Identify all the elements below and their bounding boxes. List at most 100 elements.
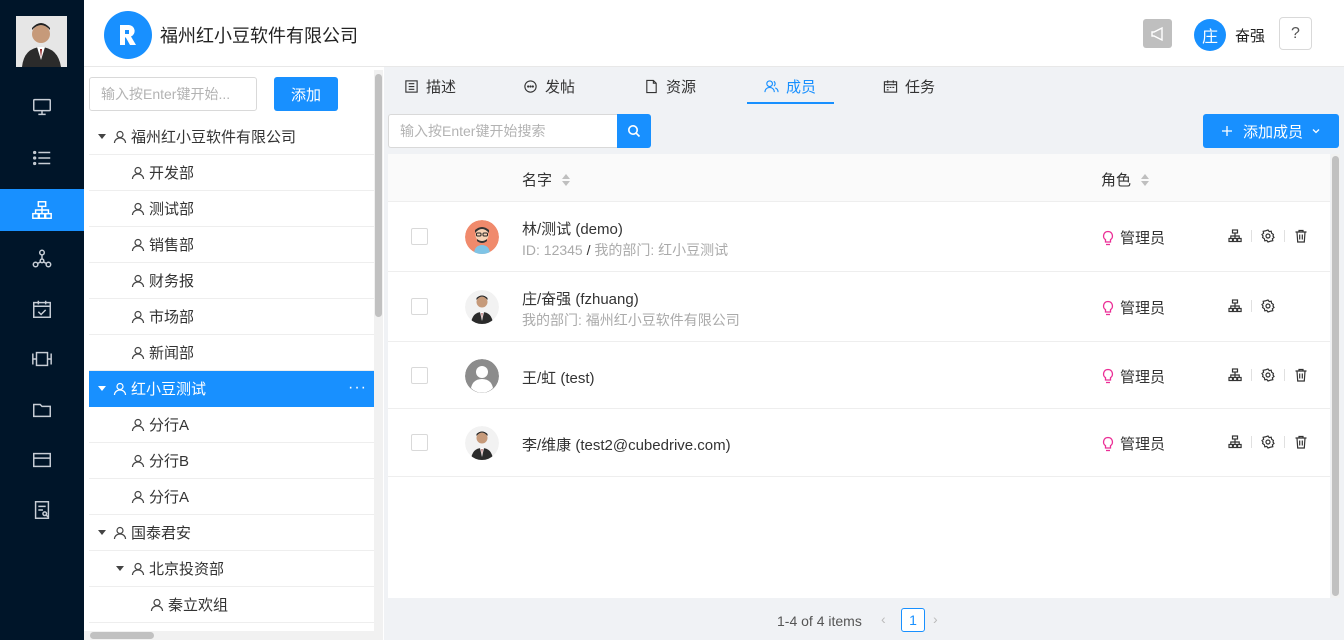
tree-node[interactable]: 秦立欢组 [89,587,375,623]
announcement-icon[interactable] [1143,19,1172,48]
gear-icon[interactable] [1261,229,1275,243]
document-list-icon [405,79,418,93]
member-name[interactable]: 王/虹 (test) [522,367,595,388]
tree-add-button[interactable]: 添加 [274,77,338,111]
tab-label: 发帖 [545,78,576,96]
tree-node-label: 国泰君安 [131,525,192,542]
next-page-button[interactable]: › [933,611,938,627]
film-icon[interactable] [0,338,84,380]
tree-node[interactable]: 财务报 [89,263,375,299]
tree-node[interactable]: 北京投资部 [89,551,375,587]
user-icon [131,202,145,215]
row-checkbox[interactable] [411,298,428,315]
gear-icon[interactable] [1261,367,1275,382]
table-row[interactable]: 庄/奋强 (fzhuang) 我的部门: 福州红小豆软件有限公司 管理员 [388,272,1330,342]
header-user-name[interactable]: 奋强 [1235,25,1265,46]
table-row[interactable]: 李/维康 (test2@cubedrive.com) 管理员 [388,409,1330,477]
tree-vertical-scrollbar[interactable] [374,70,383,640]
tab-posts[interactable]: 发帖 [523,67,575,105]
tree-node[interactable]: 开发部 [89,155,375,191]
tree-node[interactable]: 分行A [89,407,375,443]
chat-bubble-icon [524,79,537,93]
member-id: ID: 12345 [522,242,583,258]
sort-icon[interactable] [1141,173,1150,186]
help-button[interactable]: ? [1279,17,1312,50]
member-search-input[interactable] [388,114,618,148]
org-chart-icon[interactable] [0,189,84,231]
monitor-icon[interactable] [0,86,84,128]
member-details: 我的部门: 福州红小豆软件有限公司 [522,310,740,330]
tree-node[interactable]: 福州红小豆软件有限公司 [89,119,375,155]
bulb-icon [1102,436,1114,451]
network-icon[interactable] [0,238,84,280]
bulb-icon [1102,300,1114,315]
tree-node[interactable]: 市场部 [89,299,375,335]
card-icon[interactable] [0,439,84,481]
column-name[interactable]: 名字 [522,169,571,190]
member-avatar [465,358,499,393]
member-search-button[interactable] [617,114,651,148]
folder-icon[interactable] [0,389,84,431]
tab-resources[interactable]: 资源 [644,67,696,105]
user-icon [131,490,145,503]
column-role[interactable]: 角色 [1101,169,1150,190]
member-name[interactable]: 庄/奋强 (fzhuang) [522,288,639,309]
user-icon [150,598,164,611]
gear-icon[interactable] [1261,299,1275,313]
plus-icon [1221,126,1232,136]
row-checkbox[interactable] [411,434,428,451]
org-chart-icon[interactable] [1228,435,1242,449]
caret-down-icon[interactable] [97,528,107,538]
list-icon[interactable] [0,137,84,179]
column-role-label: 角色 [1101,172,1132,189]
user-avatar[interactable] [16,16,67,67]
caret-down-icon[interactable] [115,564,125,574]
trash-icon[interactable] [1294,229,1308,243]
member-name[interactable]: 林/测试 (demo) [522,218,623,239]
table-row[interactable]: 王/虹 (test) 管理员 [388,342,1330,409]
calendar-check-icon[interactable] [0,288,84,330]
row-checkbox[interactable] [411,366,428,384]
tree-node-label: 秦立欢组 [168,597,229,614]
member-name[interactable]: 李/维康 (test2@cubedrive.com) [522,434,731,455]
org-chart-icon[interactable] [1228,367,1242,382]
header-user-avatar[interactable]: 庄 [1194,19,1226,51]
prev-page-button[interactable]: ‹ [881,611,886,627]
table-vertical-scrollbar[interactable] [1331,154,1340,598]
user-icon [131,310,145,323]
member-department: 我的部门: 福州红小豆软件有限公司 [522,312,740,328]
tab-tasks[interactable]: 任务 [883,67,935,105]
caret-down-icon[interactable] [97,384,107,394]
member-role: 管理员 [1101,433,1165,454]
tree-horizontal-scrollbar[interactable] [84,631,374,640]
add-member-button[interactable]: 添加成员 [1203,114,1339,148]
table-row[interactable]: 林/测试 (demo) ID: 12345 / 我的部门: 红小豆测试 管理员 [388,202,1330,272]
gear-icon[interactable] [1261,435,1275,449]
trash-icon[interactable] [1294,435,1308,449]
tree-node[interactable]: 测试部 [89,191,375,227]
tree-node[interactable]: 国泰君安 [89,515,375,551]
tree-search-input[interactable] [89,77,257,111]
tab-description[interactable]: 描述 [404,67,456,105]
caret-down-icon[interactable] [97,132,107,142]
bulb-icon [1102,230,1114,245]
tree-node-label: 分行A [149,417,190,434]
org-chart-icon[interactable] [1228,229,1242,243]
tree-node[interactable]: 分行B [89,443,375,479]
tree-node[interactable]: 销售部 [89,227,375,263]
tree-node[interactable]: 分行A [89,479,375,515]
page-1-button[interactable]: 1 [901,608,925,632]
tab-members[interactable]: 成员 [764,67,816,105]
member-role: 管理员 [1101,227,1165,248]
report-icon[interactable] [0,489,84,531]
member-role: 管理员 [1101,297,1165,318]
org-chart-icon[interactable] [1228,299,1242,313]
row-actions [1228,367,1308,382]
tree-node[interactable]: 新闻部 [89,335,375,371]
row-checkbox[interactable] [411,228,428,245]
tree-node[interactable]: 红小豆测试 ··· [89,371,375,407]
tab-label: 描述 [426,78,457,96]
sort-icon[interactable] [562,173,571,186]
more-icon[interactable]: ··· [348,379,367,397]
trash-icon[interactable] [1294,368,1308,382]
